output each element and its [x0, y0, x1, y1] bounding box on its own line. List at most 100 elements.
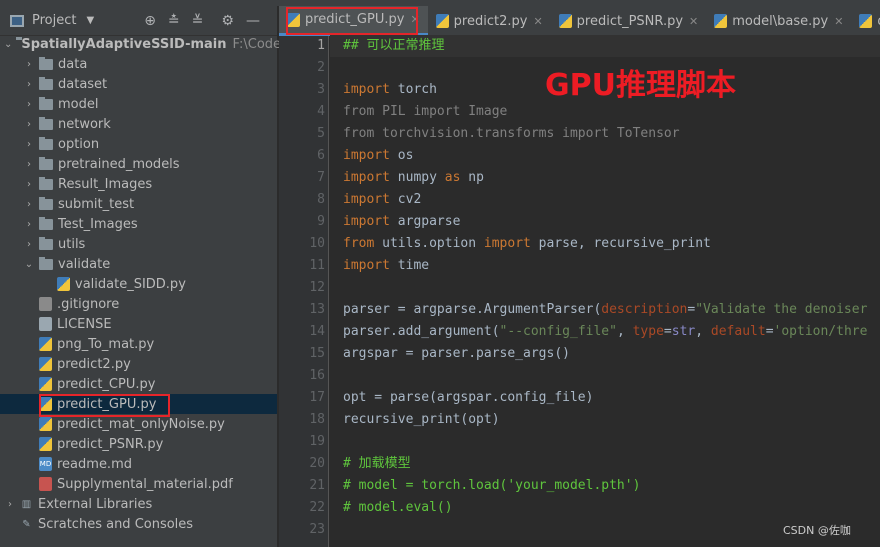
tree-item-label: predict_mat_onlyNoise.py [57, 416, 225, 432]
code-line[interactable]: ## 可以正常推理 [343, 35, 444, 57]
code-token: , [616, 324, 633, 339]
code-line[interactable]: # model = torch.load('your_model.pth') [343, 475, 640, 497]
line-number: 22 [309, 500, 325, 515]
tree-item[interactable]: › pretrained_models [0, 154, 277, 174]
code-line[interactable]: # 加载模型 [343, 453, 411, 475]
code-line[interactable]: import time [343, 255, 429, 277]
chevron-right-icon[interactable]: › [23, 199, 35, 210]
tree-item[interactable]: › Test_Images [0, 214, 277, 234]
py-file-icon [39, 377, 52, 391]
collapse-all-icon[interactable]: ≚ [192, 13, 204, 29]
code-line[interactable]: opt = parse(argspar.config_file) [343, 387, 593, 409]
chevron-right-icon[interactable]: › [23, 179, 35, 190]
code-token: argspar = parser.parse_args() [343, 346, 570, 361]
chevron-down-icon[interactable]: ⌄ [4, 39, 12, 50]
line-number: 19 [309, 434, 325, 449]
gear-icon[interactable]: ⚙ [221, 13, 234, 29]
chevron-right-icon[interactable]: › [4, 499, 16, 510]
chevron-right-icon[interactable]: › [23, 79, 35, 90]
chevron-down-icon[interactable]: ▼ [86, 15, 94, 26]
folder-icon [39, 176, 53, 190]
tree-item[interactable]: › network [0, 114, 277, 134]
code-line[interactable]: parser.add_argument("--config_file", typ… [343, 321, 867, 343]
code-token: recursive_print(opt) [343, 412, 500, 427]
hide-icon[interactable]: — [246, 13, 260, 29]
line-number: 21 [309, 478, 325, 493]
tree-item-label: predict_CPU.py [57, 376, 156, 392]
tree-item-label: png_To_mat.py [57, 336, 155, 352]
code-token: 'option/thre [773, 324, 868, 339]
code-line[interactable]: from PIL import Image [343, 101, 507, 123]
code-line[interactable]: argspar = parser.parse_args() [343, 343, 570, 365]
chevron-right-icon[interactable]: › [23, 139, 35, 150]
chevron-right-icon[interactable]: › [23, 59, 35, 70]
code-line[interactable]: import os [343, 145, 413, 167]
code-token: # model.eval() [343, 500, 453, 515]
tree-item[interactable]: › utils [0, 234, 277, 254]
tree-item[interactable]: predict_PSNR.py [0, 434, 277, 454]
tree-item-label: model [58, 96, 99, 112]
chevron-right-icon[interactable]: › [23, 119, 35, 130]
code-line[interactable]: import argparse [343, 211, 460, 233]
tree-item[interactable]: › ▥ External Libraries [0, 494, 277, 514]
tab-label: predict_PSNR.py [576, 13, 684, 29]
code-token: default [710, 324, 766, 339]
locate-icon[interactable]: ⊕ [144, 13, 156, 29]
code-line[interactable]: import cv2 [343, 189, 421, 211]
expand-all-icon[interactable]: ≛ [168, 13, 180, 29]
tree-item[interactable]: LICENSE [0, 314, 277, 334]
code-line[interactable]: import torch [343, 79, 437, 101]
code-line[interactable]: from utils.option import parse, recursiv… [343, 233, 711, 255]
code-line[interactable]: # model.eval() [343, 497, 453, 519]
code-token: opt = parse(argspar.config_file) [343, 390, 594, 405]
tree-item[interactable]: predict2.py [0, 354, 277, 374]
code-token: import [343, 82, 390, 97]
tab-model-base-py[interactable]: model\base.py ✕ [706, 6, 851, 36]
tree-item[interactable]: validate_SIDD.py [0, 274, 277, 294]
tree-item[interactable]: ⌄ validate [0, 254, 277, 274]
code-token: from PIL import Image [343, 104, 508, 119]
line-number: 3 [317, 82, 325, 97]
line-number: 20 [309, 456, 325, 471]
tree-item[interactable]: Supplymental_material.pdf [0, 474, 277, 494]
chevron-down-icon[interactable]: ⌄ [23, 259, 35, 270]
tree-item[interactable]: › Result_Images [0, 174, 277, 194]
line-number: 17 [309, 390, 325, 405]
chevron-right-icon[interactable]: › [23, 159, 35, 170]
tree-item-label: readme.md [57, 456, 132, 472]
folder-icon [39, 136, 53, 150]
tab-datase[interactable]: datase [851, 6, 880, 36]
tree-item[interactable]: › dataset [0, 74, 277, 94]
close-icon[interactable]: ✕ [834, 15, 843, 28]
code-line[interactable]: import numpy as np [343, 167, 484, 189]
code-token: import [343, 192, 390, 207]
tree-item[interactable]: › option [0, 134, 277, 154]
project-view-selector[interactable]: Project [32, 13, 76, 28]
tree-item[interactable]: › model [0, 94, 277, 114]
tree-item[interactable]: predict_mat_onlyNoise.py [0, 414, 277, 434]
tree-item[interactable]: › submit_test [0, 194, 277, 214]
chevron-right-icon[interactable]: › [23, 99, 35, 110]
code-line[interactable]: from torchvision.transforms import ToTen… [343, 123, 680, 145]
code-line[interactable]: recursive_print(opt) [343, 409, 500, 431]
tree-item[interactable]: › data [0, 54, 277, 74]
tree-item[interactable]: ✎ Scratches and Consoles [0, 514, 277, 534]
close-icon[interactable]: ✕ [689, 15, 698, 28]
line-number: 7 [317, 170, 325, 185]
chevron-right-icon[interactable]: › [23, 219, 35, 230]
tree-item-label: LICENSE [57, 316, 112, 332]
tab-predict2-py[interactable]: predict2.py ✕ [428, 6, 551, 36]
tree-item[interactable]: png_To_mat.py [0, 334, 277, 354]
line-number: 10 [309, 236, 325, 251]
tree-item-label: Scratches and Consoles [38, 516, 194, 532]
tree-item[interactable]: predict_CPU.py [0, 374, 277, 394]
tree-root[interactable]: ⌄ SpatiallyAdaptiveSSID-main F:\Code\Py [0, 34, 301, 54]
tree-item[interactable]: MD readme.md [0, 454, 277, 474]
code-token: = [663, 324, 672, 339]
tab-predict-psnr-py[interactable]: predict_PSNR.py ✕ [551, 6, 707, 36]
tree-item[interactable]: .gitignore [0, 294, 277, 314]
chevron-right-icon[interactable]: › [23, 239, 35, 250]
code-line[interactable]: parser = argparse.ArgumentParser(descrip… [343, 299, 867, 321]
close-icon[interactable]: ✕ [533, 15, 542, 28]
tree-item-label: submit_test [58, 196, 135, 212]
